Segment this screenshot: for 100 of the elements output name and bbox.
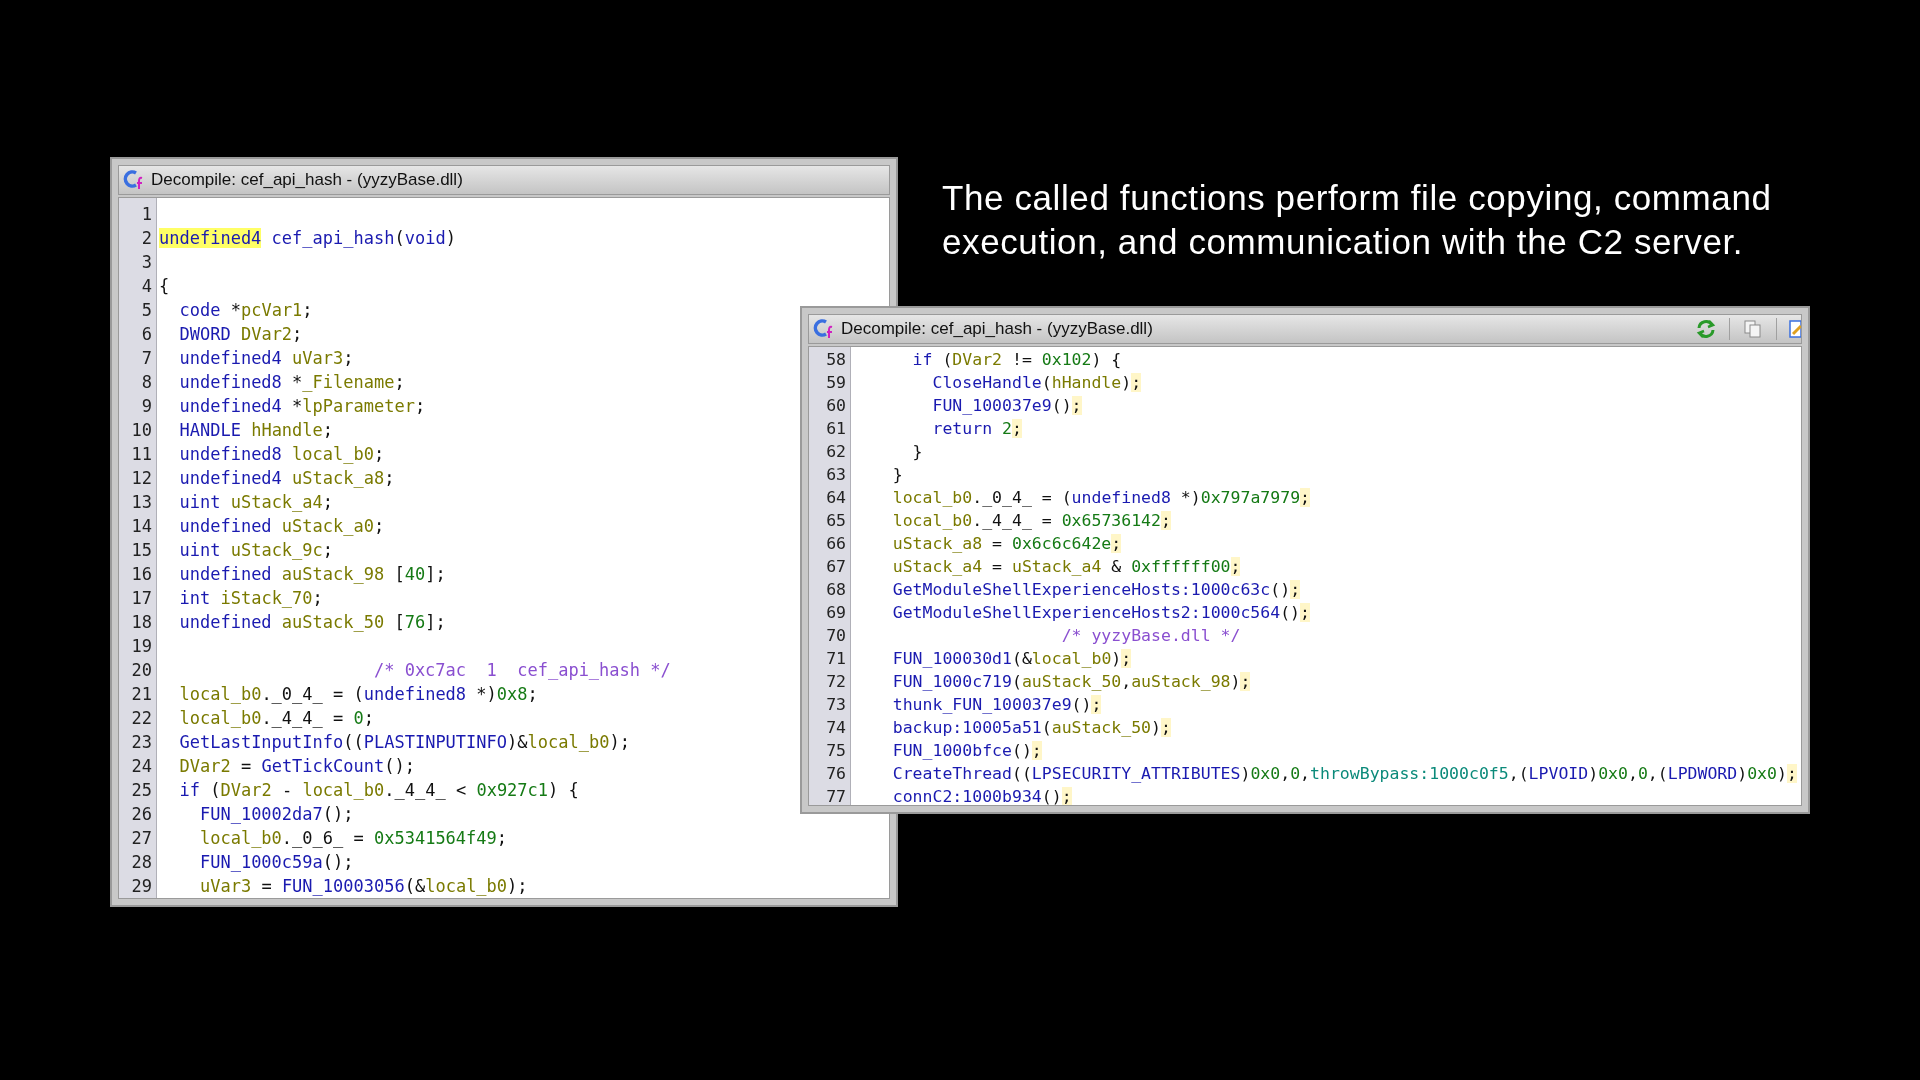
line-number: 21	[131, 683, 152, 706]
code-text: [	[394, 564, 405, 584]
code-keyword: undefined8	[179, 372, 282, 392]
code-number: 0x65736142	[1061, 511, 1161, 530]
code-keyword: HANDLE	[179, 420, 241, 440]
code-text: (	[210, 780, 221, 800]
code-text: ;	[1061, 787, 1072, 805]
line-number: 10	[131, 419, 152, 442]
code-text: ()	[1041, 787, 1062, 805]
code-function: FUN_1000c719	[892, 672, 1012, 691]
window-title: Decompile: cef_api_hash - (yyzyBase.dll)	[841, 318, 1153, 341]
code-text: -	[281, 780, 294, 800]
code-variable: local_b0	[199, 828, 282, 848]
code-keyword: int	[179, 588, 211, 608]
line-number: 4	[141, 275, 152, 298]
code-text: ._4_4_ =	[972, 511, 1053, 530]
code-text: )	[1151, 718, 1161, 737]
code-text: ;	[374, 516, 385, 536]
line-number: 20	[131, 659, 152, 682]
line-number: 16	[131, 563, 152, 586]
code-number: 0x0	[1747, 764, 1777, 783]
code-text: ) {	[548, 780, 579, 800]
code-text: )	[445, 228, 456, 248]
code-keyword: void	[404, 228, 446, 248]
code-text: ((	[343, 732, 364, 752]
line-number: 72	[826, 671, 846, 693]
code-text: ();	[384, 756, 415, 776]
code-text: )	[1737, 764, 1748, 783]
code-keyword: LPVOID	[1528, 764, 1589, 783]
code-text: [	[394, 612, 405, 632]
code-keyword: undefined4	[179, 468, 282, 488]
code-text: ;	[1300, 603, 1310, 622]
code-text: (&	[1011, 649, 1032, 668]
code-text: =	[261, 876, 273, 896]
line-number: 26	[131, 803, 152, 826]
code-text: ,(	[1508, 764, 1529, 783]
code-variable: auStack_98	[1131, 672, 1231, 691]
line-number: 75	[826, 740, 846, 762]
line-number: 18	[131, 611, 152, 634]
code-text: ;	[1230, 557, 1241, 576]
code-text: *	[292, 372, 303, 392]
code-text: ;	[322, 540, 334, 560]
line-number: 17	[131, 587, 152, 610]
code-variable: auStack_50	[281, 612, 385, 632]
code-variable: lpParameter	[302, 396, 415, 416]
code-function: FUN_100037e9	[932, 396, 1052, 415]
code-text: (	[942, 350, 953, 369]
code-text: ._0_4_ = (	[261, 684, 364, 704]
copy-icon[interactable]	[1742, 318, 1764, 340]
code-text: ;	[312, 588, 323, 608]
code-text: ._0_6_ =	[281, 828, 365, 848]
refresh-icon[interactable]	[1695, 318, 1717, 340]
code-text: (	[394, 228, 405, 248]
code-text: ;	[414, 396, 426, 416]
line-number: 29	[131, 875, 152, 898]
code-variable: uStack_a4	[1011, 557, 1102, 576]
code-number: 0	[353, 708, 364, 728]
code-text: ];	[425, 612, 446, 632]
code-number: 0xffffff00	[1131, 557, 1231, 576]
code-comment: /* yyzyBase.dll */	[1061, 626, 1241, 645]
code-function: GetModuleShellExperienceHosts:1000c63c	[892, 580, 1271, 599]
decompile-icon	[123, 169, 145, 191]
code-text: )	[1588, 764, 1599, 783]
code-number: 0x8	[496, 684, 528, 704]
code-text: ;	[1290, 580, 1301, 599]
code-function: backup:10005a51	[892, 718, 1042, 737]
code-text: ;	[1071, 396, 1082, 415]
line-number: 59	[826, 372, 846, 394]
line-number: 25	[131, 779, 152, 802]
window-title: Decompile: cef_api_hash - (yyzyBase.dll)	[151, 169, 463, 192]
code-text: ((	[1011, 764, 1032, 783]
line-number: 61	[826, 418, 846, 440]
code-text: ._4_4_ <	[384, 780, 468, 800]
line-number: 74	[826, 717, 846, 739]
code-number: 76	[404, 612, 426, 632]
code-keyword: code	[179, 300, 221, 320]
line-number: 22	[131, 707, 152, 730]
code-variable: local_b0	[179, 684, 262, 704]
code-keyword: undefined8	[179, 444, 282, 464]
code-text: )	[1777, 764, 1787, 783]
code-text: ,(	[1647, 764, 1668, 783]
line-number: 69	[826, 602, 846, 624]
code-keyword: uint	[179, 540, 221, 560]
code-text: ;	[343, 348, 354, 368]
code-text: ,	[1300, 764, 1311, 783]
code-variable: hHandle	[251, 420, 323, 440]
code-text: ;	[374, 444, 385, 464]
code-variable: DVar2	[179, 756, 231, 776]
code-text: !=	[1011, 350, 1033, 369]
line-number: 70	[826, 625, 846, 647]
code-text: *	[230, 300, 241, 320]
line-number: 12	[131, 467, 152, 490]
code-variable: pcVar1	[240, 300, 303, 320]
code-function: CreateThread	[892, 764, 1012, 783]
code-text: *)	[1180, 488, 1201, 507]
pencil-icon[interactable]	[1789, 318, 1801, 340]
line-number: 68	[826, 579, 846, 601]
code-text: (	[1011, 672, 1022, 691]
line-number: 73	[826, 694, 846, 716]
code-text: ()	[1280, 603, 1301, 622]
